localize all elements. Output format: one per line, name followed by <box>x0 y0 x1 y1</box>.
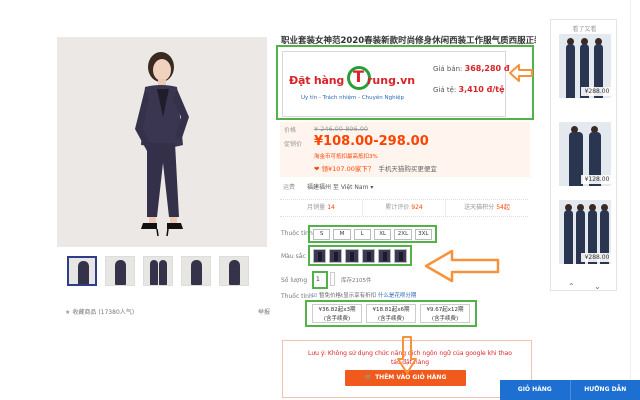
color-swatch-6[interactable] <box>393 249 408 263</box>
recs-prev-button[interactable]: ⌃ <box>568 282 575 291</box>
color-selector <box>308 245 412 266</box>
promo-price-label: 促销价 <box>284 141 303 148</box>
thumbnail-3[interactable] <box>143 256 173 286</box>
coupon-row[interactable]: ❤ 领¥107.00家下？ 手机天猫购买更便宜 <box>314 163 437 173</box>
size-option-3xl[interactable]: 3XL <box>414 229 432 240</box>
promo-price: ¥108.00-298.00 <box>314 134 429 149</box>
star-icon: ★ <box>65 309 71 316</box>
color-label: Màu sắc <box>281 253 306 260</box>
color-swatch-4[interactable] <box>361 249 375 263</box>
extension-bottom-bar: GIỎ HÀNG HƯỚNG DẪN <box>500 380 640 400</box>
color-swatch-1[interactable] <box>313 249 327 263</box>
installment-option-3[interactable]: ¥36.82起x3期 (含手续费) <box>312 304 362 323</box>
recs-next-button[interactable]: ⌄ <box>594 282 601 291</box>
cart-tab-button[interactable]: GIỎ HÀNG <box>500 380 570 400</box>
color-swatch-2[interactable] <box>329 249 343 263</box>
rec-item-2[interactable]: ¥128.00 <box>559 122 611 186</box>
favorite-button[interactable]: ★ 收藏商品 (17380人气) <box>65 307 134 316</box>
rec-item-3[interactable]: ¥288.00 <box>559 200 611 264</box>
arrow-left-icon <box>509 64 533 82</box>
thumbnail-1[interactable] <box>67 256 97 286</box>
cart-icon: 🛒 <box>364 374 373 381</box>
price-label: 价格 <box>284 127 297 134</box>
vendor-price-box: Đặt hàng T rung.vn Uy tín - Trách nhiệm … <box>276 45 534 120</box>
vendor-price-panel: Đặt hàng T rung.vn Uy tín - Trách nhiệm … <box>282 51 510 117</box>
cny-rate: 3,410 đ/tệ <box>458 85 505 94</box>
monthly-sales: 月销量 14 <box>280 200 363 216</box>
installment-note: ☑ 暂免价格t显示享有折扣 什么是花呗分期 <box>312 293 417 299</box>
favorite-count: (17380人气) <box>98 309 135 316</box>
logo-dat-hang: Đặt hàng <box>289 74 345 87</box>
coin-discount-note: 淘金币可抵扣最高抵扣3% <box>314 154 378 160</box>
size-option-xl[interactable]: XL <box>373 229 392 240</box>
thumbnail-strip <box>67 256 249 286</box>
sidebar-divider <box>630 0 631 380</box>
size-option-2xl[interactable]: 2XL <box>394 229 412 240</box>
cny-rate-line: Giá tệ: 3,410 đ/tệ <box>433 85 505 94</box>
logo-slogan: Uy tín - Trách nhiệm - Chuyên Nghiệp <box>301 95 405 101</box>
recommendations-panel: 看了又看 ¥288.00 ¥128.00 ¥288.00 <box>550 19 617 291</box>
arrow-down-icon <box>397 336 417 374</box>
main-product-photo[interactable] <box>57 37 267 247</box>
quantity-stepper[interactable] <box>330 272 335 286</box>
recs-title: 看了又看 <box>572 26 597 33</box>
shipping-row: 运费 福建福州 至 Việt Nam ▾ <box>283 184 374 191</box>
size-option-s[interactable]: S <box>313 229 331 240</box>
stock-count: 库存2105件 <box>341 278 372 284</box>
product-page: ★ 收藏商品 (17380人气) 举报 职业套装女神范2020春装新款时尚修身休闲… <box>0 0 640 400</box>
vnd-price-line: Giá bán: 368,280 đ <box>433 64 510 73</box>
checkbox-icon[interactable]: ☑ <box>312 293 317 299</box>
rec-price-3: ¥288.00 <box>581 253 611 262</box>
guide-tab-button[interactable]: HƯỚNG DẪN <box>569 380 640 400</box>
color-swatch-5[interactable] <box>377 249 391 263</box>
rec-item-1[interactable]: ¥288.00 <box>559 34 611 98</box>
favorite-row: ★ 收藏商品 (17380人气) 举报 <box>65 307 270 316</box>
quantity-input[interactable]: 1 <box>312 271 328 289</box>
sales-stats: 月销量 14 累计评价 924 送天猫积分 54起 <box>280 199 528 217</box>
quantity-label: Số lượng <box>281 277 308 284</box>
thumbnail-4[interactable] <box>181 256 211 286</box>
shipping-destination-select[interactable]: 福建福州 至 Việt Nam ▾ <box>307 184 373 191</box>
tmall-points: 送天猫积分 54起 <box>464 204 510 211</box>
review-count[interactable]: 累计评价 924 <box>363 200 446 216</box>
thumbnail-2[interactable] <box>105 256 135 286</box>
report-link[interactable]: 举报 <box>258 307 270 316</box>
arrow-left-icon-2 <box>424 249 500 283</box>
size-option-m[interactable]: M <box>333 229 351 240</box>
rec-price-2: ¥128.00 <box>581 175 611 184</box>
installment-option-6[interactable]: ¥18.81起x6期 (含手续费) <box>366 304 416 323</box>
original-price: ¥ 246.00-896.00 <box>314 125 369 133</box>
installment-options: ¥36.82起x3期 (含手续费) ¥18.81起x6期 (含手续费) ¥9.67起… <box>305 300 477 327</box>
logo-t: T <box>353 67 364 86</box>
logo-rung: rung.vn <box>367 74 416 87</box>
tmall-price-area: 价格 ¥ 246.00-896.00 促销价 ¥108.00-298.00 淘金… <box>280 122 530 177</box>
installment-label: Thuốc tính <box>281 293 313 300</box>
thumbnail-5[interactable] <box>219 256 249 286</box>
rec-price-1: ¥288.00 <box>581 87 611 96</box>
installment-help-link[interactable]: 什么是花呗分期 <box>378 293 417 299</box>
color-swatch-3[interactable] <box>345 249 359 263</box>
vnd-price: 368,280 đ <box>464 64 510 73</box>
installment-option-12[interactable]: ¥9.67起x12期 (含手续费) <box>420 304 470 323</box>
model-figure-illustration <box>57 37 267 247</box>
size-option-l[interactable]: L <box>353 229 371 240</box>
size-selector: S M L XL 2XL 3XL <box>308 225 437 243</box>
